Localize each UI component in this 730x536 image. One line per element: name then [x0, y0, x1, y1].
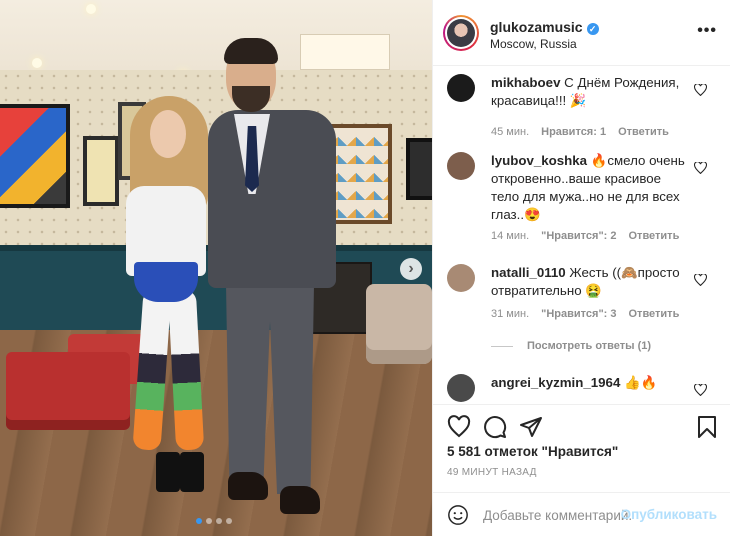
woman-figure-shoe	[156, 452, 180, 492]
comment-likes[interactable]: "Нравится": 2	[541, 230, 616, 242]
carousel-dot	[196, 518, 202, 524]
comment-body: 👍🔥	[624, 375, 658, 390]
post-header: glukozamusic ✓ Moscow, Russia •••	[433, 0, 730, 66]
bookmark-icon[interactable]	[695, 415, 719, 439]
comment-time: 31 мин.	[491, 308, 530, 320]
man-figure-shoe	[280, 486, 320, 514]
comment-username[interactable]: natalli_0110	[491, 265, 566, 280]
comment-input[interactable]	[483, 505, 633, 525]
more-icon[interactable]: •••	[697, 22, 717, 40]
comment-likes[interactable]: "Нравится": 3	[541, 308, 616, 320]
comments-list[interactable]: mikhaboev С Днём Рождения, красавица!!! …	[433, 66, 730, 404]
share-icon[interactable]	[519, 415, 543, 439]
heart-icon[interactable]	[694, 84, 707, 96]
view-replies-button[interactable]: Посмотреть ответы (1)	[491, 340, 651, 352]
comment-meta: 31 мин. "Нравится": 3 Ответить	[491, 308, 691, 320]
carousel-dot	[206, 518, 212, 524]
avatar[interactable]	[447, 374, 475, 402]
post-panel: glukozamusic ✓ Moscow, Russia ••• mikhabo…	[432, 0, 730, 536]
man-figure-shoe	[228, 472, 268, 500]
reply-button[interactable]: Ответить	[629, 308, 680, 320]
post-location[interactable]: Moscow, Russia	[490, 37, 577, 51]
heart-icon[interactable]	[694, 274, 707, 286]
comment-time: 14 мин.	[491, 230, 530, 242]
woman-figure-outfit	[134, 262, 198, 302]
add-comment-bar: Опубликовать	[433, 492, 730, 536]
comment-username[interactable]: angrei_kyzmin_1964	[491, 375, 620, 390]
comment-text: mikhaboev С Днём Рождения, красавица!!! …	[491, 74, 691, 110]
comment-text: angrei_kyzmin_1964 👍🔥	[491, 374, 691, 392]
photo-ottoman	[6, 352, 130, 430]
carousel-dots	[196, 518, 232, 524]
comment-icon[interactable]	[483, 415, 507, 439]
man-figure-hair	[224, 38, 278, 64]
verified-icon: ✓	[586, 23, 599, 35]
avatar[interactable]	[443, 15, 479, 51]
comment-username[interactable]: mikhaboev	[491, 75, 560, 90]
reply-button[interactable]: Ответить	[629, 230, 680, 242]
man-figure-suit	[208, 110, 336, 288]
comment-text: natalli_0110 Жесть ((🙈просто отвратитель…	[491, 264, 691, 300]
carousel-dot	[226, 518, 232, 524]
wall-painting	[83, 136, 119, 206]
comment-username[interactable]: lyubov_koshka	[491, 153, 587, 168]
publish-button[interactable]: Опубликовать	[621, 507, 717, 522]
avatar[interactable]	[447, 74, 475, 102]
heart-icon[interactable]	[694, 162, 707, 174]
emoji-icon[interactable]	[447, 504, 469, 526]
woman-figure-shoe	[180, 452, 204, 492]
wall-painting	[0, 104, 70, 208]
comment-text: lyubov_koshka 🔥смело очень откровенно..в…	[491, 152, 691, 224]
comment-likes[interactable]: Нравится: 1	[541, 126, 606, 138]
author-username[interactable]: glukozamusic ✓	[490, 19, 599, 35]
wall-poster	[406, 138, 432, 200]
post-photo[interactable]: ›	[0, 0, 432, 536]
ceiling-lamp	[32, 58, 42, 68]
heart-icon[interactable]	[694, 384, 707, 396]
carousel-dot	[216, 518, 222, 524]
comment-time: 45 мин.	[491, 126, 530, 138]
comment-meta: 14 мин. "Нравится": 2 Ответить	[491, 230, 691, 242]
chevron-right-icon[interactable]: ›	[400, 258, 422, 280]
ceiling-lamp	[86, 4, 96, 14]
likes-count[interactable]: 5 581 отметок "Нравится"	[447, 444, 618, 459]
avatar[interactable]	[447, 264, 475, 292]
woman-figure-face	[150, 110, 186, 158]
author-username-text[interactable]: glukozamusic	[490, 19, 583, 35]
post-timestamp: 49 МИНУТ НАЗАД	[447, 467, 537, 478]
avatar[interactable]	[447, 152, 475, 180]
reply-button[interactable]: Ответить	[618, 126, 669, 138]
post-actions-bar	[433, 404, 730, 442]
photo-armchair	[366, 284, 432, 364]
heart-icon[interactable]	[447, 415, 471, 439]
comment-meta: 45 мин. Нравится: 1 Ответить	[491, 126, 681, 138]
